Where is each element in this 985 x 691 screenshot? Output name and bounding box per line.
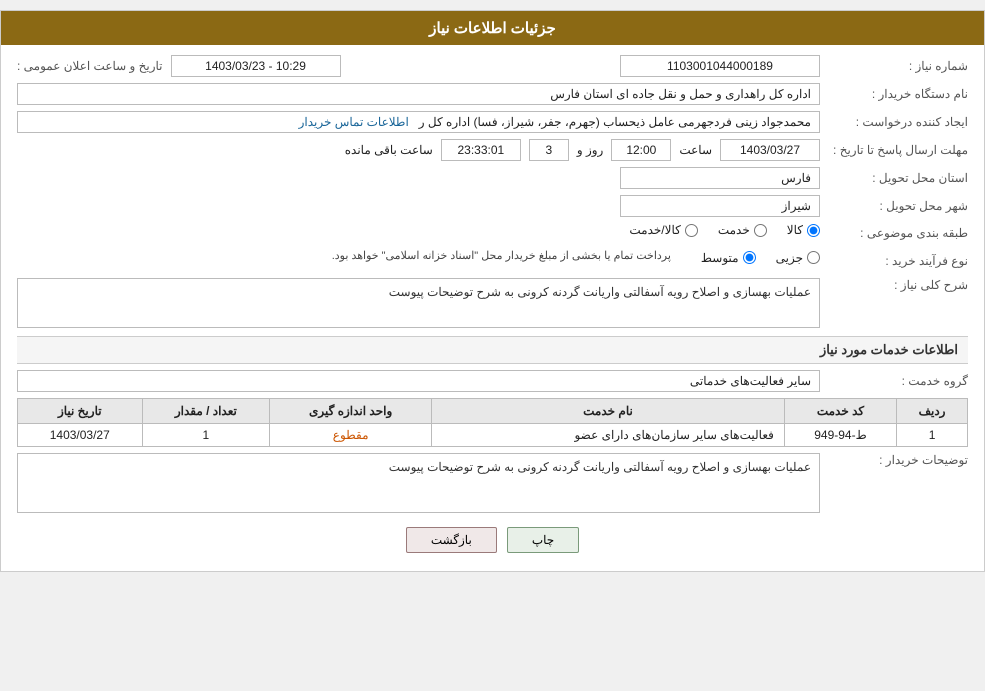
- need-description-value: عملیات بهسازی و اصلاح رویه آسفالتی واریا…: [17, 278, 820, 328]
- need-description-row: شرح کلی نیاز : عملیات بهسازی و اصلاح روی…: [17, 278, 968, 328]
- category-radio-kala-khedmat[interactable]: [685, 224, 698, 237]
- deadline-time-value: 12:00: [611, 139, 671, 161]
- requester-value: محمدجواد زینی فردجهرمی عامل ذیحساب (جهرم…: [17, 111, 820, 133]
- need-number-row: شماره نیاز : 1103001044000189 1403/03/23…: [17, 55, 968, 77]
- cell-row: 1: [897, 424, 968, 447]
- deadline-row: مهلت ارسال پاسخ تا تاریخ : 1403/03/27 سا…: [17, 139, 968, 161]
- cell-date: 1403/03/27: [18, 424, 143, 447]
- page-header: جزئیات اطلاعات نیاز: [1, 11, 984, 45]
- category-label-kala: کالا: [787, 223, 803, 237]
- service-group-value: سایر فعالیت‌های خدماتی: [17, 370, 820, 392]
- requester-contact-link[interactable]: اطلاعات تماس خریدار: [299, 115, 409, 129]
- col-code: کد خدمت: [784, 399, 896, 424]
- category-radio-kala[interactable]: [807, 224, 820, 237]
- city-label: شهر محل تحویل :: [828, 199, 968, 213]
- print-button[interactable]: چاپ: [507, 527, 579, 553]
- cell-unit: مقطوع: [270, 424, 432, 447]
- table-row: 1 ط-94-949 فعالیت‌های سایر سازمان‌های دا…: [18, 424, 968, 447]
- cell-name: فعالیت‌های سایر سازمان‌های دارای عضو: [432, 424, 785, 447]
- page-wrapper: جزئیات اطلاعات نیاز شماره نیاز : 1103001…: [0, 10, 985, 572]
- category-option-1: کالا: [787, 223, 820, 237]
- purchase-type-row: نوع فرآیند خرید : جزیی متوسط پرداخت تمام…: [17, 249, 968, 272]
- purchase-option-motavasset: متوسط: [701, 251, 756, 265]
- purchase-radio-motavasset[interactable]: [743, 251, 756, 264]
- deadline-days-label: روز و: [577, 143, 604, 157]
- deadline-countdown-value: 23:33:01: [441, 139, 521, 161]
- category-label-khedmat: خدمت: [718, 223, 750, 237]
- category-radio-group: کالا خدمت کالا/خدمت: [629, 223, 820, 237]
- province-value: فارس: [620, 167, 820, 189]
- org-name-row: نام دستگاه خریدار : اداره کل راهداری و ح…: [17, 83, 968, 105]
- buyer-description-label: توضیحات خریدار :: [828, 453, 968, 467]
- button-row: چاپ بازگشت: [17, 527, 968, 553]
- requester-label: ایجاد کننده درخواست :: [828, 115, 968, 129]
- services-table: ردیف کد خدمت نام خدمت واحد اندازه گیری ت…: [17, 398, 968, 447]
- org-name-value: اداره کل راهداری و حمل و نقل جاده ای است…: [17, 83, 820, 105]
- city-row: شهر محل تحویل : شیراز: [17, 195, 968, 217]
- page-title: جزئیات اطلاعات نیاز: [429, 20, 556, 37]
- col-row: ردیف: [897, 399, 968, 424]
- deadline-label: مهلت ارسال پاسخ تا تاریخ :: [828, 143, 968, 157]
- service-group-row: گروه خدمت : سایر فعالیت‌های خدماتی: [17, 370, 968, 392]
- services-section-title: اطلاعات خدمات مورد نیاز: [17, 336, 968, 364]
- purchase-label-jozi: جزیی: [776, 251, 803, 265]
- province-row: استان محل تحویل : فارس: [17, 167, 968, 189]
- announce-date-value: 1403/03/23 - 10:29: [171, 55, 341, 77]
- page-content: شماره نیاز : 1103001044000189 1403/03/23…: [1, 45, 984, 571]
- purchase-label-motavasset: متوسط: [701, 251, 739, 265]
- purchase-note: پرداخت تمام یا بخشی از مبلغ خریدار محل "…: [332, 249, 671, 262]
- buyer-description-value: عملیات بهسازی و اصلاح رویه آسفالتی واریا…: [17, 453, 820, 513]
- deadline-days-value: 3: [529, 139, 569, 161]
- cell-code: ط-94-949: [784, 424, 896, 447]
- province-label: استان محل تحویل :: [828, 171, 968, 185]
- purchase-type-label: نوع فرآیند خرید :: [828, 254, 968, 268]
- category-row: طبقه بندی موضوعی : کالا خدمت کالا/خدمت: [17, 223, 968, 243]
- deadline-date-value: 1403/03/27: [720, 139, 820, 161]
- announce-date-label: تاریخ و ساعت اعلان عمومی :: [17, 59, 163, 73]
- need-description-label: شرح کلی نیاز :: [828, 278, 968, 292]
- requester-row: ایجاد کننده درخواست : محمدجواد زینی فردج…: [17, 111, 968, 133]
- category-option-3: کالا/خدمت: [629, 223, 697, 237]
- need-number-value: 1103001044000189: [620, 55, 820, 77]
- col-date: تاریخ نیاز: [18, 399, 143, 424]
- category-label-kala-khedmat: کالا/خدمت: [629, 223, 680, 237]
- back-button[interactable]: بازگشت: [406, 527, 497, 553]
- purchase-radio-group: جزیی متوسط پرداخت تمام یا بخشی از مبلغ خ…: [332, 249, 820, 266]
- org-name-label: نام دستگاه خریدار :: [828, 87, 968, 101]
- category-option-2: خدمت: [718, 223, 767, 237]
- purchase-option-jozi: جزیی: [776, 251, 820, 265]
- buyer-description-row: توضیحات خریدار : عملیات بهسازی و اصلاح ر…: [17, 453, 968, 513]
- col-unit: واحد اندازه گیری: [270, 399, 432, 424]
- col-quantity: تعداد / مقدار: [142, 399, 270, 424]
- cell-quantity: 1: [142, 424, 270, 447]
- city-value: شیراز: [620, 195, 820, 217]
- purchase-radio-jozi[interactable]: [807, 251, 820, 264]
- deadline-remaining-label: ساعت باقی مانده: [345, 143, 433, 157]
- col-name: نام خدمت: [432, 399, 785, 424]
- need-number-label: شماره نیاز :: [828, 59, 968, 73]
- deadline-time-label: ساعت: [679, 143, 712, 157]
- category-radio-khedmat[interactable]: [754, 224, 767, 237]
- service-group-label: گروه خدمت :: [828, 374, 968, 388]
- category-label: طبقه بندی موضوعی :: [828, 226, 968, 240]
